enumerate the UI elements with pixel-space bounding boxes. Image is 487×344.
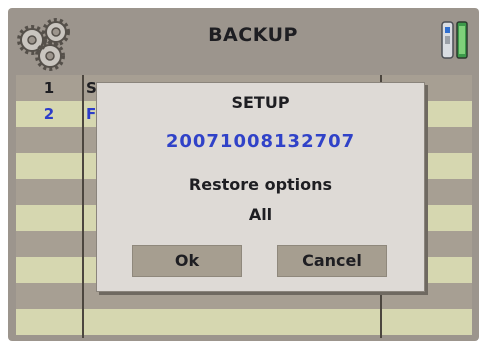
column-divider (82, 75, 84, 338)
backup-id: 20071008132707 (165, 131, 356, 152)
row-number (16, 309, 82, 335)
row-number: 2 (43, 105, 55, 123)
row-number (16, 283, 82, 309)
row-name: F (86, 105, 97, 123)
restore-options-label: Restore options (188, 175, 333, 194)
row-number (16, 153, 82, 179)
row-number (16, 127, 82, 153)
dialog-title: SETUP (231, 93, 290, 112)
setup-dialog: SETUP 20071008132707 Restore options All… (96, 82, 425, 292)
screen-title: BACKUP (208, 24, 298, 46)
gears-icon (17, 18, 70, 71)
row-number: 1 (43, 79, 55, 97)
restore-options-value[interactable]: All (97, 205, 424, 224)
row-number (16, 231, 82, 257)
row-number (16, 257, 82, 283)
cancel-button[interactable]: Cancel (277, 245, 387, 277)
row-number (16, 205, 82, 231)
row-number (16, 179, 82, 205)
ok-button[interactable]: Ok (132, 245, 242, 277)
usb-drive-icon (441, 21, 468, 59)
table-row[interactable] (16, 309, 472, 335)
header-bar: BACKUP (8, 8, 479, 71)
backup-screen: BACKUP 1 S 2 F SETUP 20071008132707 Rest… (8, 8, 479, 341)
